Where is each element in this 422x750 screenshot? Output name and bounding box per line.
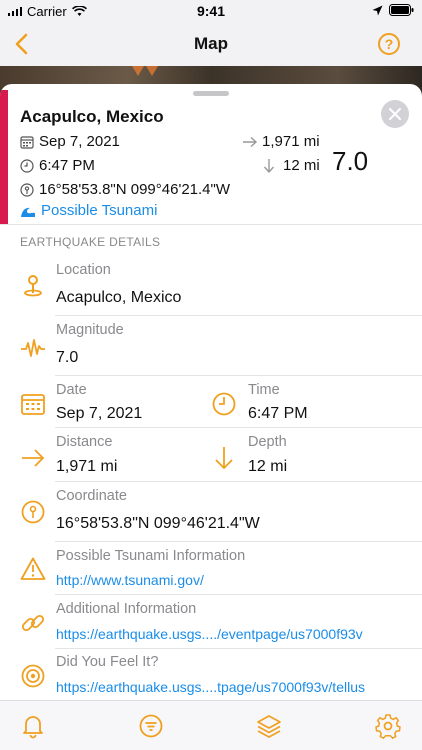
- distance-value: 1,971 mi: [56, 458, 118, 475]
- status-bar: Carrier 9:41: [0, 0, 422, 22]
- seismograph-icon: [21, 339, 45, 357]
- summary-depth: 12 mi: [263, 157, 320, 174]
- coordinate-value: 16°58'53.8"N 099°46'21.4"W: [56, 515, 260, 532]
- target-icon: [21, 664, 45, 688]
- coordinate-row[interactable]: Coordinate 16°58'53.8"N 099°46'21.4"W: [0, 482, 422, 542]
- distance-label: Distance: [56, 434, 113, 450]
- status-right: [372, 4, 414, 16]
- summary-distance-value: 1,971 mi: [262, 133, 320, 150]
- tsunami-info-label: Possible Tsunami Information: [56, 548, 246, 564]
- summary-depth-value: 12 mi: [283, 157, 320, 174]
- place-title: Acapulco, Mexico: [20, 107, 164, 126]
- arrow-down-icon: [263, 158, 275, 173]
- nav-title: Map: [194, 34, 228, 53]
- location-row[interactable]: Location Acapulco, Mexico: [0, 256, 422, 316]
- magnitude-label: Magnitude: [56, 322, 124, 338]
- wave-icon: [21, 207, 35, 217]
- bell-icon[interactable]: [20, 713, 46, 739]
- time-value: 6:47 PM: [248, 405, 308, 422]
- summary-date-row: Sep 7, 2021: [20, 133, 120, 150]
- link-icon: [21, 614, 45, 632]
- help-button[interactable]: ?: [378, 33, 400, 55]
- feel-it-row[interactable]: Did You Feel It? https://earthquake.usgs…: [0, 649, 422, 700]
- tsunami-info-link[interactable]: http://www.tsunami.gov/: [56, 572, 204, 588]
- tsunami-link[interactable]: Possible Tsunami: [20, 202, 157, 219]
- feel-it-label: Did You Feel It?: [56, 654, 159, 670]
- magnitude-color-bar: [0, 90, 8, 224]
- close-icon: [389, 108, 401, 120]
- location-pin-icon: [24, 275, 42, 297]
- summary-time-row: 6:47 PM: [20, 157, 95, 174]
- clock-icon: [212, 392, 236, 416]
- date-value: Sep 7, 2021: [56, 405, 143, 422]
- location-value: Acapulco, Mexico: [56, 289, 182, 306]
- details-sheet: Acapulco, Mexico Sep 7, 2021 6:47 PM 16°…: [0, 84, 422, 700]
- summary-coordinate-row: 16°58'53.8"N 099°46'21.4"W: [20, 181, 230, 198]
- distance-depth-row: Distance 1,971 mi Depth 12 mi: [0, 428, 422, 482]
- summary-distance: 1,971 mi: [242, 133, 320, 150]
- section-header: EARTHQUAKE DETAILS: [0, 224, 422, 256]
- summary-date: Sep 7, 2021: [39, 133, 120, 150]
- tab-bar: [0, 700, 422, 750]
- location-arrow-icon: [372, 5, 383, 15]
- tsunami-label: Possible Tsunami: [41, 202, 158, 219]
- navigation-bar: Map ?: [0, 22, 422, 66]
- date-time-row: Date Sep 7, 2021 Time 6:47 PM: [0, 376, 422, 428]
- date-label: Date: [56, 382, 87, 398]
- warning-icon: [20, 557, 46, 580]
- depth-value: 12 mi: [248, 458, 288, 475]
- arrow-right-icon: [22, 449, 45, 467]
- additional-info-label: Additional Information: [56, 601, 197, 617]
- close-button[interactable]: [381, 100, 409, 128]
- status-time: 9:41: [196, 3, 226, 19]
- coordinate-label: Coordinate: [56, 488, 127, 504]
- map-marker-icon: [132, 66, 158, 76]
- pin-icon: [20, 182, 34, 197]
- clock-icon: [20, 158, 34, 173]
- summary-magnitude: 7.0: [332, 146, 369, 176]
- magnitude-value: 7.0: [56, 349, 79, 366]
- arrow-right-icon: [243, 136, 258, 147]
- quake-summary: Acapulco, Mexico Sep 7, 2021 6:47 PM 16°…: [0, 90, 422, 224]
- gear-icon[interactable]: [375, 713, 401, 739]
- magnitude-row[interactable]: Magnitude 7.0: [0, 316, 422, 376]
- arrow-down-icon: [215, 447, 233, 470]
- calendar-icon: [20, 135, 34, 149]
- coordinate-pin-icon: [21, 500, 45, 524]
- filter-icon[interactable]: [138, 713, 164, 739]
- summary-time: 6:47 PM: [39, 157, 95, 174]
- time-label: Time: [248, 382, 280, 398]
- tsunami-info-row[interactable]: Possible Tsunami Information http://www.…: [0, 542, 422, 595]
- location-label: Location: [56, 262, 111, 278]
- battery-icon: [389, 4, 414, 16]
- layers-icon[interactable]: [256, 713, 282, 739]
- calendar-icon: [21, 394, 45, 415]
- additional-info-link[interactable]: https://earthquake.usgs..../eventpage/us…: [56, 626, 363, 642]
- feel-it-link[interactable]: https://earthquake.usgs....tpage/us7000f…: [56, 679, 365, 695]
- depth-label: Depth: [248, 434, 287, 450]
- summary-coordinate: 16°58'53.8"N 099°46'21.4"W: [39, 181, 231, 198]
- additional-info-row[interactable]: Additional Information https://earthquak…: [0, 595, 422, 649]
